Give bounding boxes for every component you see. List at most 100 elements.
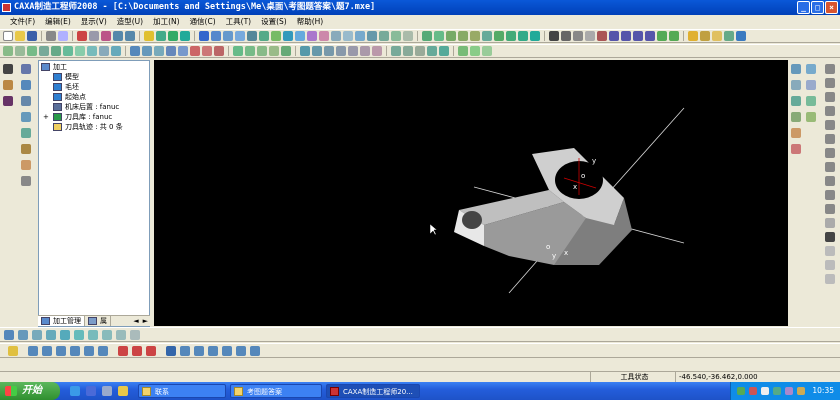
ruled-surface-icon[interactable] xyxy=(15,46,25,56)
hide-icon[interactable] xyxy=(724,31,734,41)
reverse-path-icon[interactable] xyxy=(56,346,66,356)
view-iso-icon[interactable] xyxy=(427,46,437,56)
view-side-icon[interactable] xyxy=(415,46,425,56)
surface-icon[interactable] xyxy=(259,31,269,41)
tree-item-start-point[interactable]: 起始点 xyxy=(53,92,86,102)
minimize-button[interactable]: _ xyxy=(797,1,810,14)
tree-item-toolpath[interactable]: 刀具轨迹 : 共 0 条 xyxy=(53,122,123,132)
project-icon[interactable] xyxy=(21,112,31,122)
annotation-icon[interactable] xyxy=(825,260,835,270)
hatch-icon[interactable] xyxy=(825,218,835,228)
color-icon[interactable] xyxy=(180,31,190,41)
simulate-icon[interactable] xyxy=(118,346,128,356)
view-custom-icon[interactable] xyxy=(439,46,449,56)
line-array-icon[interactable] xyxy=(300,46,310,56)
boolean-icon[interactable] xyxy=(422,31,432,41)
revolve-surface-icon[interactable] xyxy=(27,46,37,56)
pocket-icon[interactable] xyxy=(4,330,14,340)
draw-rect-icon[interactable] xyxy=(825,106,835,116)
split-icon[interactable] xyxy=(434,31,444,41)
menu-file[interactable]: 文件(F) xyxy=(10,15,35,28)
zoom-in-icon[interactable] xyxy=(621,31,631,41)
spiral-icon[interactable] xyxy=(74,330,84,340)
tree-item-model[interactable]: 模型 xyxy=(53,72,79,82)
pointer-icon[interactable] xyxy=(3,64,13,74)
boundary-surface-icon[interactable] xyxy=(63,46,73,56)
draw-line-icon[interactable] xyxy=(825,64,835,74)
filter-icon[interactable] xyxy=(168,31,178,41)
circle-array-icon[interactable] xyxy=(312,46,322,56)
fillet-curve-icon[interactable] xyxy=(825,204,835,214)
draw-spline-icon[interactable] xyxy=(825,134,835,144)
outlook-icon[interactable] xyxy=(86,386,96,396)
trim-path-icon[interactable] xyxy=(42,346,52,356)
scale-icon[interactable] xyxy=(458,31,468,41)
text-icon[interactable] xyxy=(825,232,835,242)
curve-icon[interactable] xyxy=(21,80,31,90)
offset-icon[interactable] xyxy=(825,190,835,200)
show-desktop-icon[interactable] xyxy=(102,386,112,396)
parallel-icon[interactable] xyxy=(46,330,56,340)
shell-icon[interactable] xyxy=(331,31,341,41)
mirror-icon[interactable] xyxy=(470,31,480,41)
edit-path-icon[interactable] xyxy=(8,346,18,356)
spline-tool-icon[interactable] xyxy=(791,112,801,122)
network-icon[interactable] xyxy=(737,387,745,395)
analyze-icon[interactable] xyxy=(506,31,516,41)
shading-icon[interactable] xyxy=(712,31,722,41)
circle-tool-icon[interactable] xyxy=(806,80,816,90)
tab-properties[interactable]: 属 xyxy=(85,316,111,326)
scale-solid-icon[interactable] xyxy=(372,46,382,56)
tree-item-post[interactable]: 机床后置 : fanuc xyxy=(53,102,119,112)
trim-curve-icon[interactable] xyxy=(21,160,31,170)
ime-icon[interactable] xyxy=(773,387,781,395)
security-icon[interactable] xyxy=(749,387,757,395)
insert-point-icon[interactable] xyxy=(70,346,80,356)
tab-scroll-left[interactable]: ◄ xyxy=(131,316,140,326)
color-palette-icon[interactable] xyxy=(3,96,13,106)
rest-icon[interactable] xyxy=(116,330,126,340)
delete-point-icon[interactable] xyxy=(84,346,94,356)
loft-boss-icon[interactable] xyxy=(190,46,200,56)
check-icon[interactable] xyxy=(530,31,540,41)
shell-solid-icon[interactable] xyxy=(257,46,267,56)
fillet-icon[interactable] xyxy=(343,31,353,41)
thread-icon[interactable] xyxy=(336,46,346,56)
sweep-icon[interactable] xyxy=(307,31,317,41)
redo-icon[interactable] xyxy=(125,31,135,41)
pattern-icon[interactable] xyxy=(403,31,413,41)
rib-icon[interactable] xyxy=(391,31,401,41)
draw-circle-icon[interactable] xyxy=(825,92,835,102)
render-icon[interactable] xyxy=(247,31,257,41)
pencil-icon[interactable] xyxy=(3,80,13,90)
draw-arc-icon[interactable] xyxy=(825,78,835,88)
grid-icon[interactable] xyxy=(561,31,571,41)
menu-edit[interactable]: 编辑(E) xyxy=(45,15,71,28)
chamfer-solid-icon[interactable] xyxy=(245,46,255,56)
surface-tool-icon[interactable] xyxy=(3,46,13,56)
zoom-all-icon[interactable] xyxy=(645,31,655,41)
select-icon[interactable] xyxy=(549,31,559,41)
rotate-icon[interactable] xyxy=(21,96,31,106)
undo-icon[interactable] xyxy=(113,31,123,41)
tree-item-tool-library[interactable]: + 刀具库 : fanuc xyxy=(43,112,112,122)
material-icon[interactable] xyxy=(700,31,710,41)
line-tool-icon[interactable] xyxy=(806,64,816,74)
shaded-icon[interactable] xyxy=(223,31,233,41)
offset-surface-icon[interactable] xyxy=(87,46,97,56)
section-icon[interactable] xyxy=(518,31,528,41)
volume-icon[interactable] xyxy=(761,387,769,395)
arc-tool-icon[interactable] xyxy=(791,80,801,90)
array-icon[interactable] xyxy=(482,31,492,41)
draft-icon[interactable] xyxy=(379,31,389,41)
view-top-icon[interactable] xyxy=(403,46,413,56)
task-button-2[interactable]: 考图题答案 xyxy=(230,384,322,398)
point-icon[interactable] xyxy=(791,64,801,74)
extend-surface-icon[interactable] xyxy=(111,46,121,56)
print-icon[interactable] xyxy=(46,31,56,41)
light-icon[interactable] xyxy=(144,31,154,41)
tab-scroll-right[interactable]: ► xyxy=(141,316,150,326)
rib-solid-icon[interactable] xyxy=(269,46,279,56)
refresh-icon[interactable] xyxy=(597,31,607,41)
extrude-cut-icon[interactable] xyxy=(154,46,164,56)
